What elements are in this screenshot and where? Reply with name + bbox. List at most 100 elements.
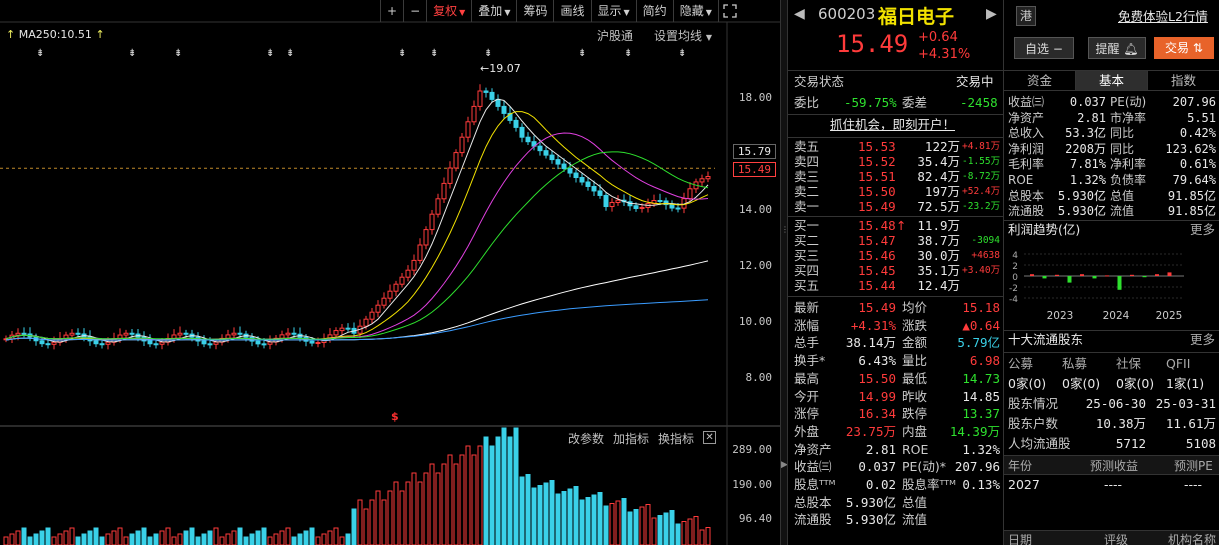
hk-badge[interactable]: 港 xyxy=(1016,6,1036,26)
fund-label: 净利率 xyxy=(1110,157,1147,172)
candle-body xyxy=(339,327,345,332)
candle-body xyxy=(591,185,597,192)
fund-value: 2208万 xyxy=(1065,141,1106,156)
candle-body xyxy=(495,98,501,107)
candle-body xyxy=(231,332,237,336)
volume-bar xyxy=(243,536,249,545)
candle-body xyxy=(183,332,189,335)
candle-body xyxy=(585,181,591,187)
volume-bar xyxy=(657,515,663,545)
candle-body xyxy=(699,178,705,183)
ask-volume: 82.4万 xyxy=(917,169,960,184)
ask-delta: -23.2万 xyxy=(962,201,1001,212)
candle-body xyxy=(267,341,273,345)
simple-mode-button[interactable]: 简约 xyxy=(635,0,673,22)
l2-trial-link[interactable]: 免费体验L2行情 xyxy=(1118,6,1208,25)
fund-value: 0.037 xyxy=(1069,95,1106,109)
draw-line-button[interactable]: 画线 xyxy=(553,0,590,22)
candle-body xyxy=(435,198,441,215)
candle-body xyxy=(525,136,531,143)
next-stock-icon[interactable]: ▶ xyxy=(986,6,997,22)
watchlist-button[interactable]: 自选 − xyxy=(1014,37,1074,59)
volume-bar xyxy=(321,533,327,545)
bid-delta xyxy=(962,278,1000,293)
prev-stock-icon[interactable]: ◀ xyxy=(794,6,805,22)
overlay-button[interactable]: 叠加 ▼ xyxy=(471,0,516,22)
kline-chart-area[interactable]: ⇟ ⇟ ⇟ ⇟ ⇟ ⇟ ⇟ ⇟ ⇟ ⇟ ⇟ + − 复权 ▼ 叠加 ▼ 筹码 画线 显示 ▼ 简约 隐藏 ▼… xyxy=(0,0,780,545)
display-button[interactable]: 显示 ▼ xyxy=(590,0,636,22)
stat-label: 最新 xyxy=(794,300,820,315)
hide-button[interactable]: 隐藏 ▼ xyxy=(672,0,718,22)
fund-value: 1.32% xyxy=(1069,173,1106,187)
order-diff-label: 委差 xyxy=(902,95,928,110)
adjust-price-button[interactable]: 复权 ▼ xyxy=(426,0,471,22)
stat-value: 14.99 xyxy=(858,388,896,404)
ask-volume: 122万 xyxy=(924,139,960,154)
ma-settings-link[interactable]: 设置均线 ▼ xyxy=(654,27,712,44)
tab-basic[interactable]: 基本 xyxy=(1076,71,1148,90)
volume-bar xyxy=(153,533,159,545)
zoom-out-button[interactable]: − xyxy=(403,0,426,22)
volume-bar xyxy=(525,474,531,545)
stat-value: 0.02 xyxy=(865,477,896,492)
volume-bar xyxy=(495,436,501,545)
volume-bar xyxy=(549,480,555,545)
stat-label: 总值 xyxy=(902,494,928,510)
price-change: +0.64 xyxy=(918,30,958,45)
candle-body xyxy=(129,332,135,335)
holder-row-label: 人均流通股 xyxy=(1008,436,1071,451)
bid-level-label: 买一 xyxy=(794,218,820,233)
open-account-ad[interactable]: 抓住机会，即刻开户！ xyxy=(830,116,955,134)
fund-label: ROE xyxy=(1008,173,1034,187)
volume-bar xyxy=(15,530,21,545)
fund-label: 收益㈢ xyxy=(1008,95,1045,109)
volume-bar xyxy=(393,481,399,545)
volume-bar xyxy=(375,490,381,545)
candle-body xyxy=(147,340,153,345)
chips-button[interactable]: 筹码 xyxy=(516,0,553,22)
candle-body xyxy=(567,168,573,174)
switch-indicator-link[interactable]: 换指标 xyxy=(658,430,694,447)
zoom-in-button[interactable]: + xyxy=(380,0,403,22)
candle-body xyxy=(669,204,675,209)
stat-label: 总股本 xyxy=(794,494,832,510)
holders-more-link[interactable]: 更多 xyxy=(1190,331,1215,349)
stat-label: 换手* xyxy=(794,353,826,369)
candle-body xyxy=(555,159,561,165)
add-indicator-link[interactable]: 加指标 xyxy=(613,430,649,447)
stat-value: 16.34 xyxy=(858,406,896,422)
tab-index[interactable]: 指数 xyxy=(1148,71,1219,90)
volume-bar xyxy=(171,536,177,545)
volume-bar xyxy=(609,503,615,545)
bell-icon: 🔔︎ xyxy=(1123,42,1139,56)
kline-svg[interactable]: ⇟ ⇟ ⇟ ⇟ ⇟ ⇟ ⇟ ⇟ ⇟ ⇟ ⇟ xyxy=(0,0,780,545)
candle-body xyxy=(639,206,645,209)
price-tick: 10.00 xyxy=(738,315,772,328)
bid-level-label: 买三 xyxy=(794,248,820,263)
fund-label: 毛利率 xyxy=(1008,157,1045,172)
profit-more-link[interactable]: 更多 xyxy=(1190,221,1215,239)
tab-funds[interactable]: 资金 xyxy=(1004,71,1076,90)
ask-price: 15.51 xyxy=(858,169,896,184)
price-box-current: 15.49 xyxy=(732,162,776,177)
rating-header: 日期 评级 机构名称 xyxy=(1004,530,1219,545)
panel-divider[interactable]: ⋮ ▶ xyxy=(780,0,789,545)
volume-bar xyxy=(141,527,147,545)
alert-button[interactable]: 提醒 🔔︎ xyxy=(1088,37,1146,59)
fullscreen-icon[interactable] xyxy=(717,0,741,22)
volume-bar xyxy=(471,454,477,545)
candle-body xyxy=(207,343,213,346)
edit-params-link[interactable]: 改参数 xyxy=(568,430,604,447)
trade-button[interactable]: 交易 ⇅ xyxy=(1154,37,1214,59)
price-tick: 18.00 xyxy=(738,91,772,104)
hk-connect-link[interactable]: 沪股通 xyxy=(597,27,633,44)
fund-value: 7.81% xyxy=(1069,157,1106,172)
volume-tick: 96.40 xyxy=(738,512,772,525)
volume-bar xyxy=(423,472,429,545)
volume-bar xyxy=(33,533,39,545)
volume-bar xyxy=(621,498,627,545)
candle-body xyxy=(633,205,639,209)
volume-bar xyxy=(561,491,567,545)
close-icon[interactable]: ✕ xyxy=(703,431,717,444)
volume-bar xyxy=(519,476,525,545)
